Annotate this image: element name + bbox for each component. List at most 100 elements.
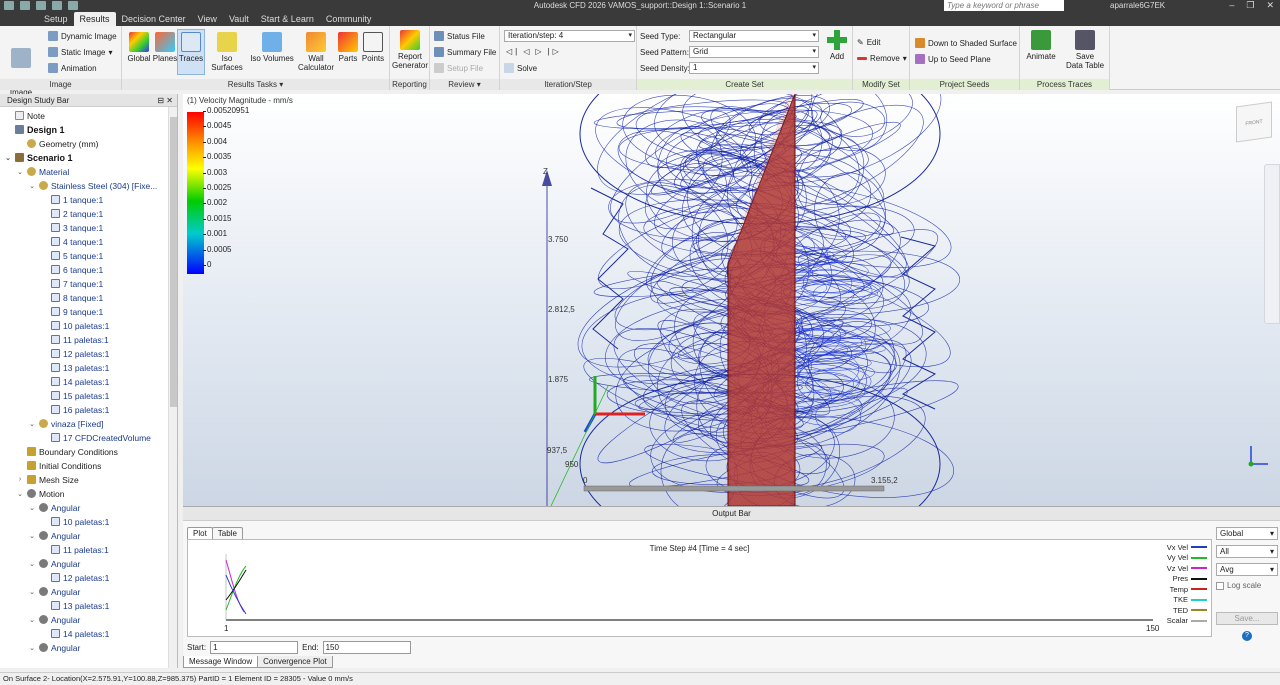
step-nav-controls[interactable]: ◁| ◁ ▷ |▷ [506, 47, 562, 56]
next-step-icon[interactable]: ▷ [535, 47, 544, 56]
tree-node[interactable]: 13 paletas:1 [40, 361, 109, 374]
tree-node[interactable]: 1 tanque:1 [40, 193, 103, 206]
help-icon[interactable]: ? [1242, 631, 1252, 641]
tree-node[interactable]: 8 tanque:1 [40, 291, 103, 304]
tree-node[interactable]: ⌄ Angular [28, 501, 80, 514]
static-image-button[interactable]: Static Image ▾ [48, 47, 112, 57]
tab-results[interactable]: Results [73, 12, 116, 26]
tree-node[interactable]: 16 paletas:1 [40, 403, 109, 416]
tree-node[interactable]: 11 paletas:1 [40, 333, 109, 346]
expand-toggle-icon[interactable]: › [16, 476, 24, 483]
iteration-step-dropdown[interactable]: Iteration/step: 4 [504, 30, 635, 42]
first-step-icon[interactable]: ◁| [506, 47, 520, 56]
expand-toggle-icon[interactable]: ⌄ [4, 154, 12, 162]
tree-node[interactable]: 7 tanque:1 [40, 277, 103, 290]
tab-decision-center[interactable]: Decision Center [116, 12, 192, 26]
model-viewport[interactable]: 3.750 2.812,5 1.875 937,5 950 0 3.155,2 Z (1) V… [183, 94, 1280, 506]
tree-node[interactable]: ⌄ Scenario 1 [4, 151, 72, 164]
edit-set-button[interactable]: ✎ Edit [857, 38, 881, 47]
seed-density-input[interactable]: 1 [689, 62, 819, 74]
all-dropdown[interactable]: All [1216, 545, 1278, 558]
expand-toggle-icon[interactable]: ⌄ [28, 588, 36, 596]
traces-button[interactable]: Traces [177, 29, 205, 75]
seed-type-dropdown[interactable]: Rectangular [689, 30, 819, 42]
tree-node[interactable]: 15 paletas:1 [40, 389, 109, 402]
planes-button[interactable]: Planes [152, 32, 178, 63]
parts-button[interactable]: Parts [336, 32, 360, 63]
tab-community[interactable]: Community [320, 12, 378, 26]
expand-toggle-icon[interactable]: ⌄ [16, 490, 24, 498]
tree-node[interactable]: ⌄ Angular [28, 585, 80, 598]
tree-node[interactable]: 10 paletas:1 [40, 515, 109, 528]
iso-volumes-button[interactable]: Iso Volumes [250, 32, 294, 63]
minimize-icon[interactable]: – [1229, 0, 1234, 11]
tree-node[interactable]: 11 paletas:1 [40, 543, 109, 556]
points-button[interactable]: Points [360, 32, 386, 63]
user-account[interactable]: aparrale6G7EK [1110, 1, 1165, 10]
tree-node[interactable]: Note [4, 109, 45, 122]
iso-surfaces-button[interactable]: Iso Surfaces [206, 32, 248, 72]
up-to-seed-plane-button[interactable]: Up to Seed Plane [915, 54, 991, 64]
tree-scrollbar-thumb[interactable] [170, 117, 177, 407]
tree-node[interactable]: 14 paletas:1 [40, 375, 109, 388]
expand-toggle-icon[interactable]: ⌄ [28, 616, 36, 624]
tree-node[interactable]: ⌄ Angular [28, 557, 80, 570]
tree-node[interactable]: 2 tanque:1 [40, 207, 103, 220]
save-plot-button[interactable]: Save... [1216, 612, 1278, 625]
tab-view[interactable]: View [192, 12, 223, 26]
tab-vault[interactable]: Vault [223, 12, 255, 26]
tab-convergence-plot[interactable]: Convergence Plot [257, 656, 333, 668]
view-cube[interactable]: FRONT [1236, 101, 1272, 143]
tab-message-window[interactable]: Message Window [183, 656, 259, 668]
start-input[interactable]: 1 [210, 641, 299, 654]
save-data-table-button[interactable]: Save Data Table [1062, 30, 1108, 70]
prev-step-icon[interactable]: ◁ [523, 47, 532, 56]
tree-node[interactable]: 14 paletas:1 [40, 627, 109, 640]
tree-node[interactable]: ⌄ Material [16, 165, 69, 178]
solve-button[interactable]: Solve [504, 63, 537, 73]
tree-scrollbar[interactable] [168, 107, 177, 668]
end-input[interactable]: 150 [322, 641, 411, 654]
down-to-shaded-surface-button[interactable]: Down to Shaded Surface [915, 38, 1017, 48]
wall-calculator-button[interactable]: Wall Calculator [296, 32, 336, 72]
tree-node[interactable]: 13 paletas:1 [40, 599, 109, 612]
tree-node[interactable]: 10 paletas:1 [40, 319, 109, 332]
checkbox-box[interactable] [1216, 581, 1224, 590]
tree-node[interactable]: 4 tanque:1 [40, 235, 103, 248]
tree-node[interactable]: 6 tanque:1 [40, 263, 103, 276]
seed-pattern-dropdown[interactable]: Grid [689, 46, 819, 58]
dynamic-image-button[interactable]: Dynamic Image [48, 31, 117, 41]
global-button[interactable]: Global [126, 32, 152, 63]
panel-title-results-tasks[interactable]: Results Tasks ▾ [122, 79, 389, 90]
tab-table[interactable]: Table [211, 527, 243, 539]
expand-toggle-icon[interactable]: ⌄ [28, 420, 36, 428]
tree-node[interactable]: 9 tanque:1 [40, 305, 103, 318]
panel-controls[interactable]: ⊟ ✕ [157, 94, 173, 107]
log-scale-checkbox[interactable]: Log scale [1216, 581, 1278, 590]
expand-toggle-icon[interactable]: ⌄ [16, 168, 24, 176]
expand-toggle-icon[interactable]: ⌄ [28, 182, 36, 190]
remove-set-button[interactable]: Remove ▾ [857, 54, 907, 63]
tree-node[interactable]: ⌄ Motion [16, 487, 64, 500]
expand-toggle-icon[interactable]: ⌄ [28, 560, 36, 568]
tree-node[interactable]: ⌄ vinaza [Fixed] [28, 417, 103, 430]
results-plot[interactable]: Time Step #4 [Time = 4 sec] 1 150 Vx Vel… [187, 539, 1212, 637]
help-search-input[interactable]: Type a keyword or phrase [944, 0, 1064, 11]
tree-node[interactable]: Geometry (mm) [16, 137, 99, 150]
tree-node[interactable]: Initial Conditions [16, 459, 101, 472]
summary-file-button[interactable]: Summary File [434, 47, 496, 57]
setup-file-button[interactable]: Setup File [434, 63, 483, 73]
tree-node[interactable]: ⌄ Angular [28, 529, 80, 542]
tree-node[interactable]: 12 paletas:1 [40, 571, 109, 584]
animate-button[interactable]: Animate [1024, 30, 1058, 61]
tree-node[interactable]: 12 paletas:1 [40, 347, 109, 360]
expand-toggle-icon[interactable]: ⌄ [28, 532, 36, 540]
tree-node[interactable]: 17 CFDCreatedVolume [40, 431, 151, 444]
tab-plot[interactable]: Plot [187, 527, 213, 539]
report-generator-button[interactable]: Report Generator [392, 30, 428, 70]
tree-node[interactable]: 3 tanque:1 [40, 221, 103, 234]
tree-node[interactable]: 5 tanque:1 [40, 249, 103, 262]
tree-node[interactable]: › Mesh Size [16, 473, 79, 486]
tree-node[interactable]: ⌄ Angular [28, 641, 80, 654]
status-file-button[interactable]: Status File [434, 31, 485, 41]
